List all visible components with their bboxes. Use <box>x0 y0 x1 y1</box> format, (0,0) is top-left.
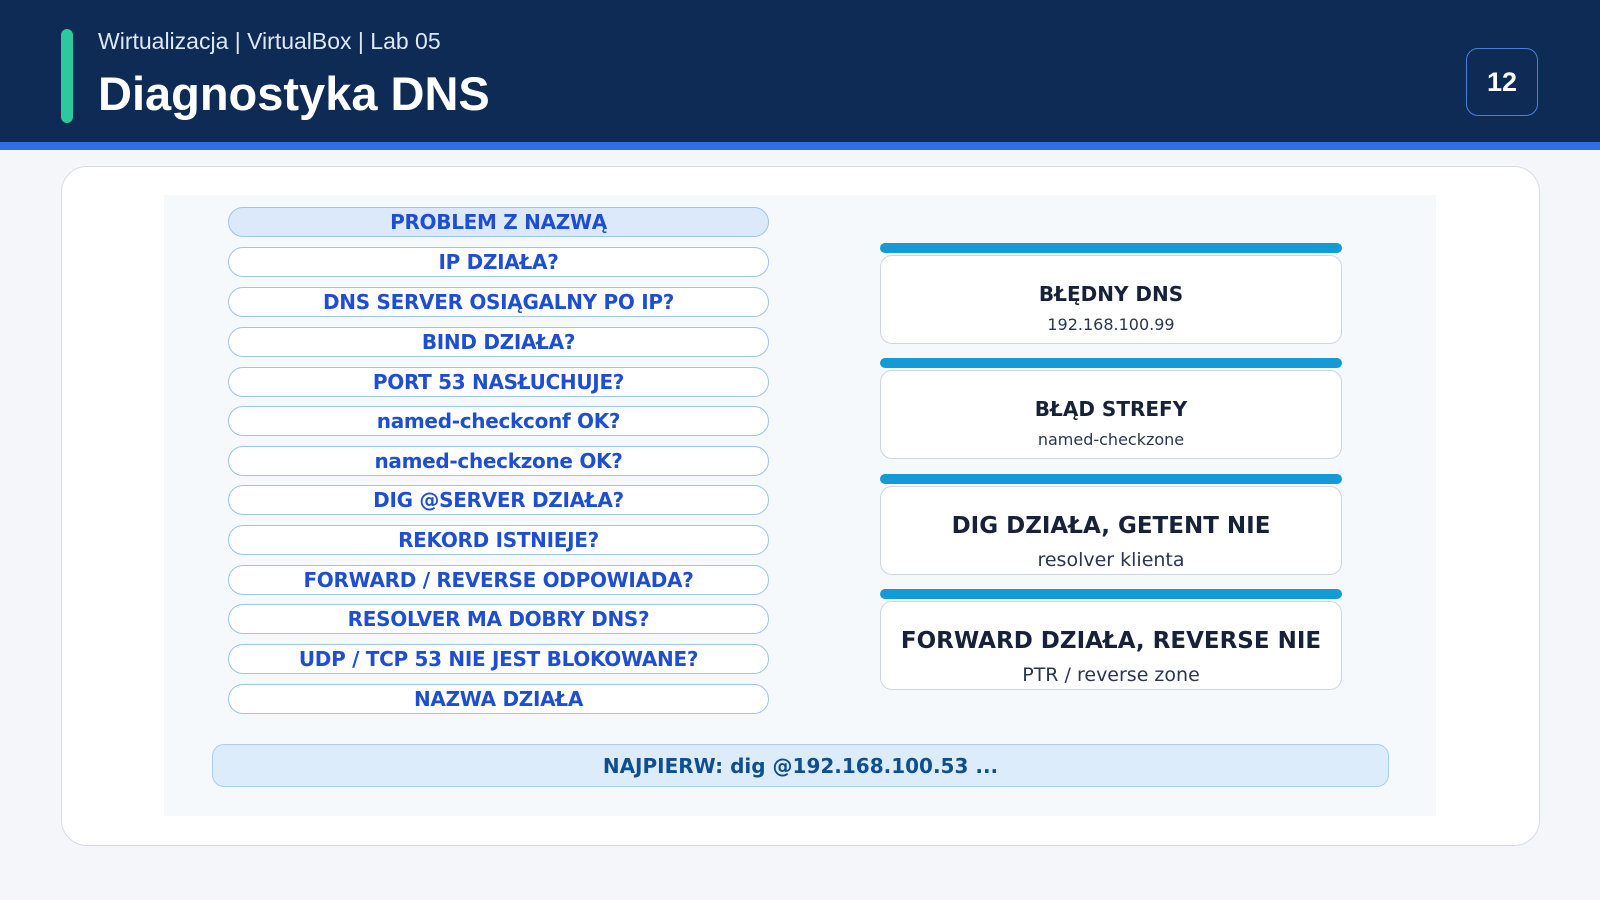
outcome-card-bar <box>879 474 1342 484</box>
flow-step-start: PROBLEM Z NAZWĄ <box>228 207 769 237</box>
flow-step: RESOLVER MA DOBRY DNS? <box>228 604 769 634</box>
slide-subtitle: Wirtualizacja | VirtualBox | Lab 05 <box>98 28 441 54</box>
outcome-title: DIG DZIAŁA, GETENT NIE <box>951 513 1271 539</box>
flow-step: DNS SERVER OSIĄGALNY PO IP? <box>228 287 769 317</box>
outcome-title: FORWARD DZIAŁA, REVERSE NIE <box>900 628 1322 654</box>
outcome-subtitle: named-checkzone <box>1037 430 1185 449</box>
page-number-badge: 12 <box>1466 48 1538 116</box>
outcome-subtitle: PTR / reverse zone <box>1022 664 1200 686</box>
slide-title: Diagnostyka DNS <box>98 67 490 120</box>
flow-step: named-checkconf OK? <box>228 406 769 436</box>
flow-step: UDP / TCP 53 NIE JEST BLOKOWANE? <box>228 644 769 674</box>
first-step-note: NAJPIERW: dig @192.168.100.53 ... <box>212 744 1389 787</box>
outcome-card-zone-error: BŁĄD STREFY named-checkzone <box>879 358 1342 459</box>
flow-step: DIG @SERVER DZIAŁA? <box>228 485 769 515</box>
outcome-card-bar <box>879 358 1342 368</box>
outcome-subtitle: resolver klienta <box>1037 549 1185 571</box>
flow-step: named-checkzone OK? <box>228 446 769 476</box>
outcome-title: BŁĄD STREFY <box>1034 397 1188 421</box>
outcome-card-wrong-dns: BŁĘDNY DNS 192.168.100.99 <box>879 243 1342 344</box>
header-stripe <box>0 142 1600 150</box>
outcome-card-reverse: FORWARD DZIAŁA, REVERSE NIE PTR / revers… <box>879 589 1342 690</box>
outcome-subtitle: 192.168.100.99 <box>1047 315 1175 334</box>
outcome-card-bar <box>879 243 1342 253</box>
flow-step: REKORD ISTNIEJE? <box>228 525 769 555</box>
flow-step: PORT 53 NASŁUCHUJE? <box>228 367 769 397</box>
flow-step: BIND DZIAŁA? <box>228 327 769 357</box>
outcome-card-resolver: DIG DZIAŁA, GETENT NIE resolver klienta <box>879 474 1342 575</box>
accent-bar <box>61 29 73 123</box>
flow-step: FORWARD / REVERSE ODPOWIADA? <box>228 565 769 595</box>
outcome-card-bar <box>879 589 1342 599</box>
flow-step-end: NAZWA DZIAŁA <box>228 684 769 714</box>
flow-step: IP DZIAŁA? <box>228 247 769 277</box>
outcome-title: BŁĘDNY DNS <box>1038 282 1184 306</box>
